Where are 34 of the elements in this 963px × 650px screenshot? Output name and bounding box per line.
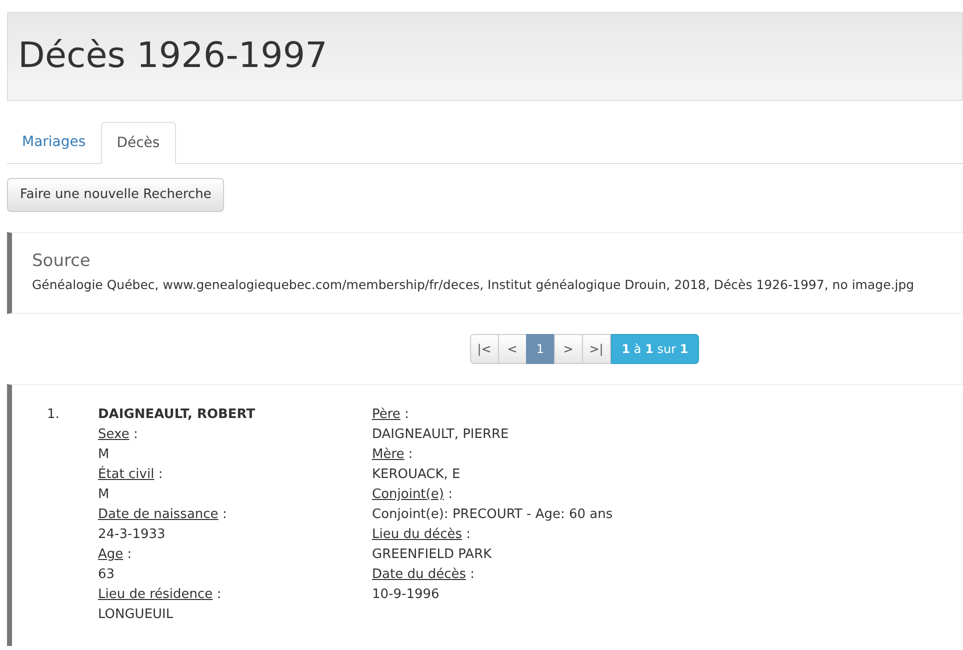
field-label: Date de naissance : (98, 506, 227, 524)
tab[interactable]: Mariages (7, 122, 101, 163)
person-name: DAIGNEAULT, ROBERT (98, 406, 256, 424)
pagination-button[interactable]: 1 (526, 334, 555, 364)
field-label: Lieu du décès : (372, 526, 471, 544)
field-value: M (98, 446, 110, 464)
pagination-button[interactable]: |< (470, 334, 499, 364)
field-label: Age : (98, 546, 132, 564)
new-search-button[interactable]: Faire une nouvelle Recherche (7, 178, 224, 212)
field-label: Sexe : (98, 426, 138, 444)
field-value: DAIGNEAULT, PIERRE (372, 426, 509, 444)
source-heading: Source (32, 251, 92, 272)
field-value: 63 (98, 566, 115, 584)
pagination-button[interactable]: < (498, 334, 527, 364)
tab[interactable]: Décès (100, 122, 176, 164)
field-label: Date du décès : (372, 566, 475, 584)
result-count: 1 à 1 sur 1 (610, 334, 700, 364)
field-label: Mère : (372, 446, 413, 464)
field-value: 24-3-1933 (98, 526, 166, 544)
field-value: Conjoint(e): PRECOURT - Age: 60 ans (372, 506, 613, 524)
field-value: LONGUEUIL (98, 606, 174, 624)
field-value: KEROUACK, E (372, 466, 460, 484)
pagination-button[interactable]: >| (582, 334, 611, 364)
field-value: M (98, 486, 110, 504)
page-title: Décès 1926-1997 (18, 39, 328, 74)
field-label: Lieu de résidence : (98, 586, 222, 604)
field-label: Conjoint(e) : (372, 486, 452, 504)
field-label: Père : (372, 406, 409, 424)
source-text: Généalogie Québec, www.genealogiequebec.com/membership/fr/deces, Institut généalogique Drouin, 2018, Décès 1926-1997, no image.jpg (32, 276, 916, 294)
result-number: 1. (46, 406, 60, 424)
field-value: 10-9-1996 (372, 586, 440, 604)
field-label: État civil : (98, 465, 163, 484)
field-value: GREENFIELD PARK (372, 546, 492, 564)
pagination-button[interactable]: > (554, 334, 583, 364)
